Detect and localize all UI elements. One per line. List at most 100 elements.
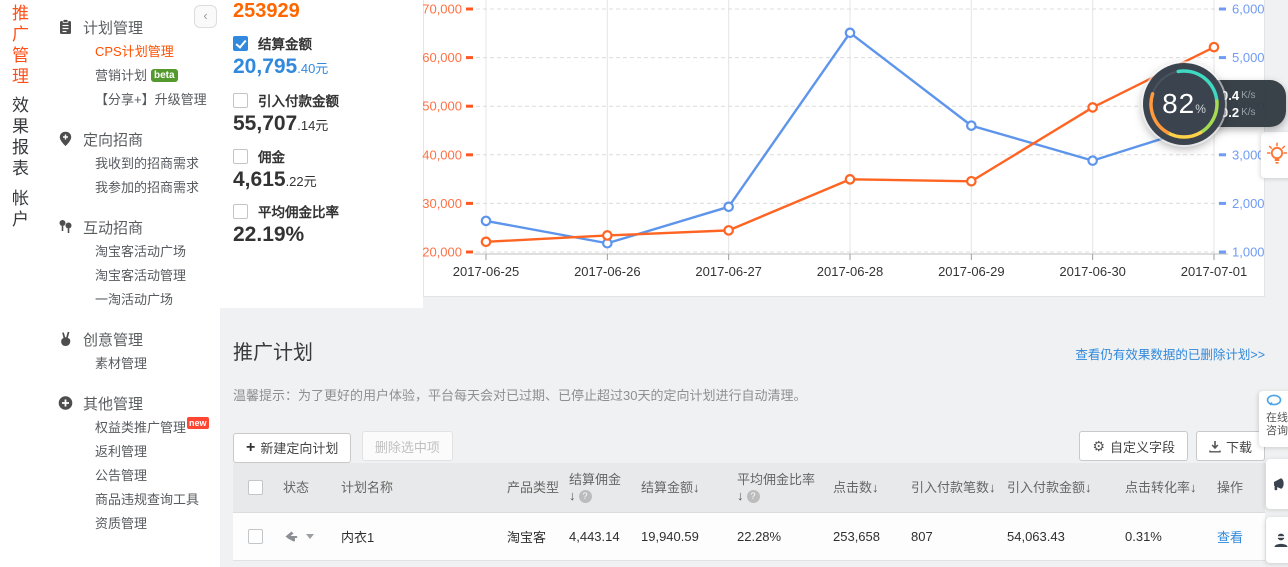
sidebar-group-header-2[interactable]: 定向招商: [58, 126, 218, 152]
col-header-label: 引入付款金额: [1007, 479, 1086, 495]
checkbox-unchecked[interactable]: [233, 203, 248, 219]
usage-percent-indicator[interactable]: 82 %: [1143, 63, 1225, 145]
stat-label: 平均佣金比率: [258, 205, 339, 220]
col-header-label: 状态: [283, 479, 310, 495]
sidebar-item-5-3[interactable]: 公告管理: [58, 464, 218, 488]
vnav-item-2[interactable]: 效果报表: [12, 95, 31, 179]
stat-label-row: 引入付款金额: [233, 90, 339, 110]
stat-label-row: 平均佣金比率: [233, 201, 339, 221]
sidebar-group-header-1[interactable]: 计划管理: [58, 14, 218, 40]
trend-line-chart: 70,0006,00060,0005,00050,0004,00040,0003…: [422, 0, 1265, 279]
sidebar-item-3-2[interactable]: 淘宝客活动管理: [58, 264, 218, 288]
select-all-checkbox[interactable]: [247, 480, 263, 495]
view-plan-link[interactable]: 查看: [1217, 530, 1243, 545]
col-header-controls: ↓?: [569, 488, 635, 504]
col-header-label: 引入付款笔数: [911, 479, 990, 495]
stat-block-4: 平均佣金比率 22.19%: [233, 201, 339, 247]
col-header-status: 状态: [277, 480, 335, 496]
help-icon[interactable]: ?: [746, 489, 760, 503]
tip-bulb-widget[interactable]: [1261, 132, 1288, 178]
stats-panel: 253929 结算金额 20,795.40元 引入付款金额 55,707.14元 佣金 4…: [220, 0, 423, 308]
plus-icon: +: [246, 438, 256, 456]
vnav-item-3[interactable]: 帐户: [12, 188, 31, 230]
sidebar-item-label: 我收到的招商需求: [95, 156, 200, 171]
plus-circle-icon: [58, 395, 74, 411]
sidebar-group-header-4[interactable]: 创意管理: [58, 326, 218, 352]
online-consult-widget[interactable]: 在线 咨询: [1259, 391, 1288, 447]
consult-label-line2: 咨询: [1266, 425, 1288, 437]
checkbox-unchecked[interactable]: [233, 148, 248, 164]
sidebar-item-label: 商品违规查询工具: [95, 492, 200, 507]
sidebar-item-1-3[interactable]: 【分享+】升级管理: [58, 88, 218, 112]
download-button[interactable]: 下载: [1195, 431, 1265, 461]
checkbox-checked[interactable]: [233, 35, 248, 51]
sidebar-item-1-2[interactable]: 营销计划 beta: [58, 64, 218, 88]
sidebar-item-5-1[interactable]: 权益类推广管理 new: [58, 416, 218, 440]
sidebar-item-label: 一淘活动广场: [95, 292, 174, 307]
sidebar-item-2-1[interactable]: 我收到的招商需求: [58, 152, 218, 176]
app-root: 推广管理 效果报表 帐户 ‹ 计划管理 CPS计划管理 营销计划 beta 【分享+】升级管…: [0, 0, 1288, 567]
col-header-controls: ↓?: [737, 488, 827, 504]
sidebar-group-label: 其他管理: [83, 395, 144, 413]
sort-icon[interactable]: ↓: [569, 488, 576, 503]
stat-label: 引入付款金额: [258, 94, 339, 109]
col-header-action: 操作: [1211, 480, 1265, 496]
col-header-label: 计划名称: [341, 479, 394, 495]
delete-selected-button[interactable]: 删除选中项: [361, 431, 453, 461]
sort-icon[interactable]: ↓: [872, 480, 879, 495]
stat-value: 20,795.40元: [233, 55, 328, 79]
stat-value-int: 20,795: [233, 55, 298, 78]
beta-badge: beta: [151, 69, 178, 82]
header-checkbox-cell: [233, 480, 277, 495]
sidebar-item-5-4[interactable]: 商品违规查询工具: [58, 488, 218, 512]
sidebar-item-3-3[interactable]: 一淘活动广场: [58, 288, 218, 312]
deleted-plans-link[interactable]: 查看仍有效果数据的已删除计划>>: [1075, 344, 1265, 363]
sidebar-item-1-1[interactable]: CPS计划管理: [58, 40, 218, 64]
sidebar-group-header-3[interactable]: 互动招商: [58, 214, 218, 240]
help-icon[interactable]: ?: [578, 489, 592, 503]
sidebar-group-4: 创意管理 素材管理: [58, 326, 218, 376]
row-cell-settle-commission: 4,443.14: [569, 529, 620, 544]
sort-icon[interactable]: ↓: [737, 488, 744, 503]
col-header-label: 点击数: [833, 479, 873, 495]
col-header-label: 操作: [1217, 479, 1244, 495]
col-header-avg-commission-rate: 平均佣金比率 ↓?: [731, 472, 827, 504]
col-header-label: 点击转化率: [1125, 479, 1191, 495]
row-checkbox-cell: [233, 529, 277, 544]
sidebar-item-5-2[interactable]: 返利管理: [58, 440, 218, 464]
sidebar-item-4-1[interactable]: 素材管理: [58, 352, 218, 376]
pin-plus-icon: [58, 131, 74, 147]
sort-icon[interactable]: ↓: [1190, 480, 1197, 495]
svg-text:2,000: 2,000: [1232, 196, 1265, 211]
status-hand-icon[interactable]: [283, 528, 300, 546]
clicks-total-value: 253929: [233, 0, 300, 22]
checkbox-unchecked[interactable]: [233, 92, 248, 108]
sort-icon[interactable]: ↓: [1085, 480, 1092, 495]
sidebar-item-label: 淘宝客活动广场: [95, 244, 187, 259]
stat-label-row: 结算金额: [233, 33, 328, 53]
status-control[interactable]: [283, 528, 335, 546]
usage-percent-number: 82: [1162, 88, 1196, 119]
row-checkbox[interactable]: [247, 529, 263, 544]
sidebar-item-label: CPS计划管理: [95, 44, 174, 59]
usage-percent-sign: %: [1195, 102, 1206, 116]
col-header-settle-commission: 结算佣金 ↓?: [563, 472, 635, 504]
new-plan-button[interactable]: + 新建定向计划: [233, 432, 352, 463]
status-caret-icon[interactable]: [306, 534, 314, 539]
sort-icon[interactable]: ↓: [989, 480, 996, 495]
sidebar-item-5-5[interactable]: 资质管理: [58, 512, 218, 536]
sidebar-group-header-5[interactable]: 其他管理: [58, 390, 218, 416]
custom-fields-button[interactable]: ⚙ 自定义字段: [1079, 431, 1188, 461]
sort-icon[interactable]: ↓: [693, 480, 700, 495]
stat-value-frac: .22元: [285, 174, 317, 189]
announcement-widget[interactable]: [1266, 459, 1288, 509]
sidebar-item-3-1[interactable]: 淘宝客活动广场: [58, 240, 218, 264]
sidebar-group-5: 其他管理权益类推广管理 new 返利管理公告管理商品违规查询工具资质管理: [58, 390, 218, 536]
sidebar-item-label: 营销计划: [95, 68, 148, 83]
sidebar-item-2-2[interactable]: 我参加的招商需求: [58, 176, 218, 200]
sidebar-item-label: 公告管理: [95, 468, 148, 483]
vnav-item-1[interactable]: 推广管理: [12, 3, 31, 87]
customer-service-widget[interactable]: [1266, 517, 1288, 563]
col-header-clicks: 点击数↓: [827, 480, 905, 496]
pins-icon: [58, 219, 74, 235]
